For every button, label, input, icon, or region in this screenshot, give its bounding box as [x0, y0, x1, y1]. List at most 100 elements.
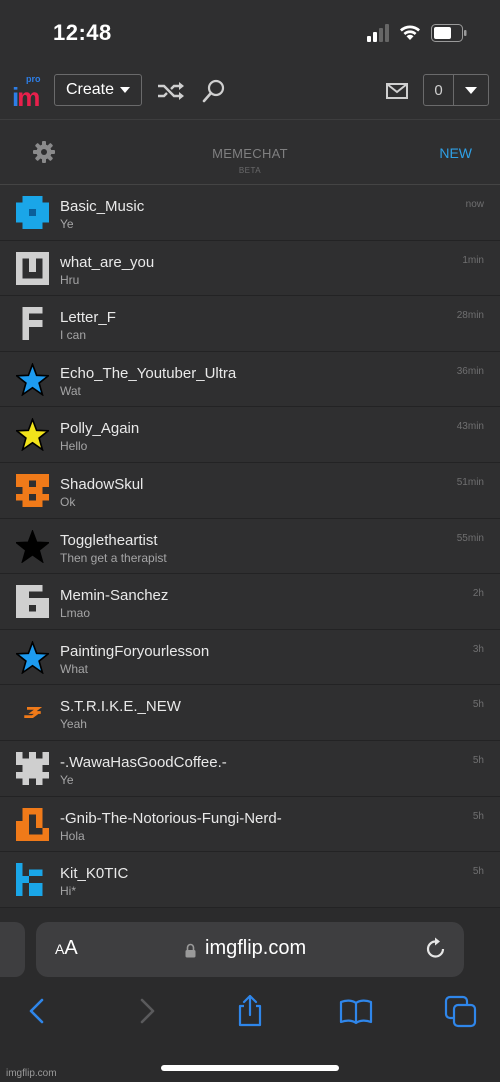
conversation-row[interactable]: Polly_Again Hello 43min: [0, 407, 500, 463]
conversation-row[interactable]: Basic_Music Ye now: [0, 185, 500, 241]
back-chevron-icon[interactable]: [21, 994, 55, 1028]
shuffle-icon[interactable]: [156, 80, 186, 102]
forward-chevron-icon[interactable]: [129, 994, 163, 1028]
conversation-row[interactable]: Letter_F I can 28min: [0, 296, 500, 352]
aa-big-label: A: [64, 937, 78, 959]
conversation-row[interactable]: S.T.R.I.K.E._NEW Yeah 5h: [0, 685, 500, 741]
conversation-list: Basic_Music Ye now what_are_you Hru 1min…: [0, 185, 500, 908]
conversation-message: Hello: [60, 439, 88, 454]
blue-star-icon: [16, 640, 49, 674]
conversation-message: Hi*: [60, 884, 77, 899]
conversation-row[interactable]: Kit_K0TIC Hi* 5h: [0, 852, 500, 908]
conversation-message: Ye: [60, 217, 74, 231]
cellular-signal-icon: [367, 24, 389, 42]
gray-pixel-g-icon: [16, 585, 49, 619]
orange-pixel-icon: [16, 473, 49, 507]
conversation-time: 5h: [472, 810, 484, 822]
previous-tab-peek[interactable]: [0, 922, 25, 977]
black-star-icon: [16, 529, 49, 563]
conversation-message: Then get a therapist: [60, 550, 167, 565]
blue-star-icon: [16, 362, 49, 396]
new-chat-button[interactable]: NEW: [439, 145, 472, 161]
blue-pixel-k-icon: [16, 863, 43, 897]
battery-icon: [431, 24, 467, 42]
conversation-name: ShadowSkul: [60, 475, 144, 493]
share-icon[interactable]: [233, 994, 267, 1028]
conversation-name: Echo_The_Youtuber_Ultra: [60, 364, 237, 382]
conversation-message: Ok: [60, 494, 76, 509]
conversation-row[interactable]: Memin-Sanchez Lmao 2h: [0, 574, 500, 630]
top-nav: pro im Create 0: [0, 66, 500, 120]
wifi-icon: [400, 25, 420, 40]
memechat-beta-label: BETA: [238, 166, 262, 175]
conversation-message: Yeah: [60, 717, 87, 732]
conversation-message: What: [60, 661, 89, 676]
conversation-time: 55min: [456, 532, 484, 544]
conversation-name: -Gnib-The-Notorious-Fungi-Nerd-: [60, 809, 282, 827]
conversation-message: Hola: [60, 828, 85, 843]
conversation-time: 3h: [472, 643, 484, 655]
orange-bolt-icon: [24, 707, 43, 719]
conversation-name: Basic_Music: [60, 198, 145, 215]
conversation-message: Lmao: [60, 606, 91, 621]
reader-aa-button[interactable]: AA: [55, 937, 78, 960]
home-indicator: [161, 1065, 339, 1071]
bookmarks-icon[interactable]: [339, 994, 373, 1028]
status-time: 12:48: [53, 20, 112, 45]
gray-pixel-pattern-icon: [16, 751, 49, 785]
conversation-time: 5h: [472, 866, 484, 878]
conversation-row[interactable]: ShadowSkul Ok 51min: [0, 462, 500, 519]
conversation-row[interactable]: Toggletheartist Then get a therapist 55m…: [0, 518, 500, 575]
gray-pixel-u-icon: [16, 251, 49, 285]
chevron-down-icon: [465, 86, 477, 94]
blue-pixel-ring-icon: [16, 196, 49, 229]
conversation-name: S.T.R.I.K.E._NEW: [60, 698, 181, 716]
memechat-title: MEMECHAT: [212, 146, 288, 161]
lock-icon: [185, 943, 196, 958]
search-icon[interactable]: [202, 78, 226, 104]
browser-chrome: AA imgflip.com imgflip.com: [0, 908, 500, 1082]
orange-pixel-2-icon: [16, 807, 49, 841]
notification-caret[interactable]: [454, 75, 488, 105]
conversation-time: 51min: [456, 476, 484, 488]
conversation-row[interactable]: -.WawaHasGoodCoffee.- Ye 5h: [0, 740, 500, 797]
conversation-time: 43min: [456, 421, 484, 433]
tabs-icon[interactable]: [444, 994, 478, 1028]
conversation-row[interactable]: Echo_The_Youtuber_Ultra Wat 36min: [0, 351, 500, 408]
conversation-message: I can: [60, 328, 87, 343]
memechat-header: MEMECHAT BETA NEW: [0, 121, 500, 185]
address-bar[interactable]: AA imgflip.com: [36, 922, 464, 977]
conversation-name: what_are_you: [60, 253, 155, 271]
conversation-time: 36min: [456, 365, 484, 377]
conversation-name: Letter_F: [60, 309, 116, 327]
chevron-down-icon: [120, 87, 131, 93]
conversation-name: Toggletheartist: [60, 531, 158, 549]
conversation-name: Memin-Sanchez: [60, 587, 169, 605]
conversation-row[interactable]: -Gnib-The-Notorious-Fungi-Nerd- Hola 5h: [0, 796, 500, 853]
imgflip-logo[interactable]: pro im: [12, 74, 46, 112]
reload-icon[interactable]: [425, 937, 447, 961]
aa-small-label: A: [55, 941, 65, 957]
create-button[interactable]: Create: [54, 74, 142, 106]
conversation-time: 5h: [472, 754, 484, 766]
conversation-row[interactable]: what_are_you Hru 1min: [0, 240, 500, 297]
create-button-label: Create: [66, 81, 115, 98]
conversation-time: 28min: [456, 310, 484, 322]
conversation-time: 5h: [472, 699, 484, 711]
conversation-time: now: [465, 199, 484, 210]
conversation-time: 2h: [472, 588, 484, 600]
logo-im: im: [12, 82, 40, 112]
conversation-message: Wat: [60, 383, 81, 398]
imgflip-watermark: imgflip.com: [6, 1068, 57, 1079]
conversation-name: -.WawaHasGoodCoffee.-: [60, 753, 227, 771]
conversation-name: Polly_Again: [60, 420, 140, 438]
notification-count[interactable]: 0: [424, 75, 454, 105]
conversation-name: PaintingForyourlesson: [60, 642, 210, 660]
mail-icon[interactable]: [386, 82, 408, 100]
conversation-row[interactable]: PaintingForyourlesson What 3h: [0, 629, 500, 686]
yellow-star-icon: [16, 418, 49, 452]
notification-dropdown[interactable]: 0: [423, 74, 489, 106]
url-text[interactable]: imgflip.com: [205, 937, 306, 960]
status-bar: 12:48: [0, 0, 500, 66]
gray-pixel-f-icon: [22, 307, 43, 341]
